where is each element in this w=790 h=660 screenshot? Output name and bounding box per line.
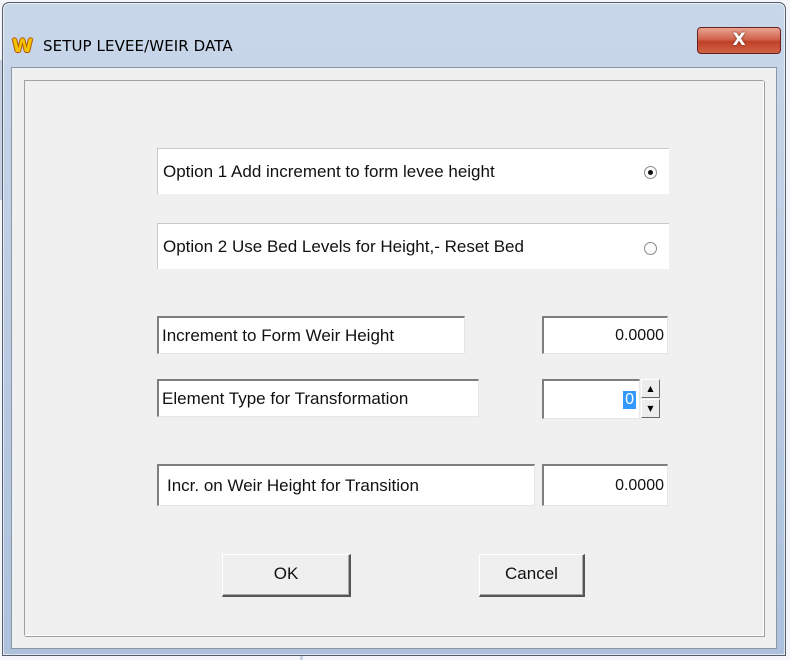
element-type-label: Element Type for Transformation (162, 388, 409, 408)
ok-button-label: OK (273, 564, 299, 583)
transition-label: Incr. on Weir Height for Transition (167, 475, 419, 495)
element-type-spinner[interactable]: ▲ ▼ (641, 379, 660, 419)
option-2-radio[interactable] (644, 242, 657, 255)
increment-value: 0.0000 (615, 326, 664, 344)
app-logo-icon: W (12, 35, 33, 57)
option-1-panel[interactable]: Option 1 Add increment to form levee hei… (157, 148, 669, 194)
element-type-value: 0 (623, 381, 636, 418)
spin-up-icon[interactable]: ▲ (641, 379, 660, 398)
dialog-window: W SETUP LEVEE/WEIR DATA X Option 1 Add i… (2, 2, 786, 656)
ok-button[interactable]: OK (222, 554, 351, 597)
dialog-client-area: Option 1 Add increment to form levee hei… (11, 67, 777, 649)
element-type-input[interactable]: 0 (542, 379, 640, 419)
option-1-label: Option 1 Add increment to form levee hei… (163, 161, 495, 181)
cancel-button[interactable]: Cancel (479, 554, 585, 597)
cancel-button-label: Cancel (505, 564, 558, 583)
element-type-selected-text: 0 (623, 390, 636, 409)
transition-value: 0.0000 (615, 476, 664, 494)
close-button[interactable]: X (697, 27, 781, 54)
increment-input[interactable]: 0.0000 (542, 316, 668, 354)
spin-down-icon[interactable]: ▼ (641, 399, 660, 418)
transition-label-box: Incr. on Weir Height for Transition (157, 464, 535, 506)
option-1-radio[interactable] (644, 166, 657, 179)
increment-label-box: Increment to Form Weir Height (157, 316, 465, 354)
dialog-title: SETUP LEVEE/WEIR DATA (43, 37, 233, 55)
increment-label: Increment to Form Weir Height (162, 325, 395, 345)
title-bar[interactable]: W SETUP LEVEE/WEIR DATA X (3, 3, 785, 67)
element-type-label-box: Element Type for Transformation (157, 379, 479, 417)
option-2-panel[interactable]: Option 2 Use Bed Levels for Height,- Res… (157, 223, 669, 269)
option-2-label: Option 2 Use Bed Levels for Height,- Res… (163, 236, 524, 256)
transition-input[interactable]: 0.0000 (542, 464, 668, 506)
